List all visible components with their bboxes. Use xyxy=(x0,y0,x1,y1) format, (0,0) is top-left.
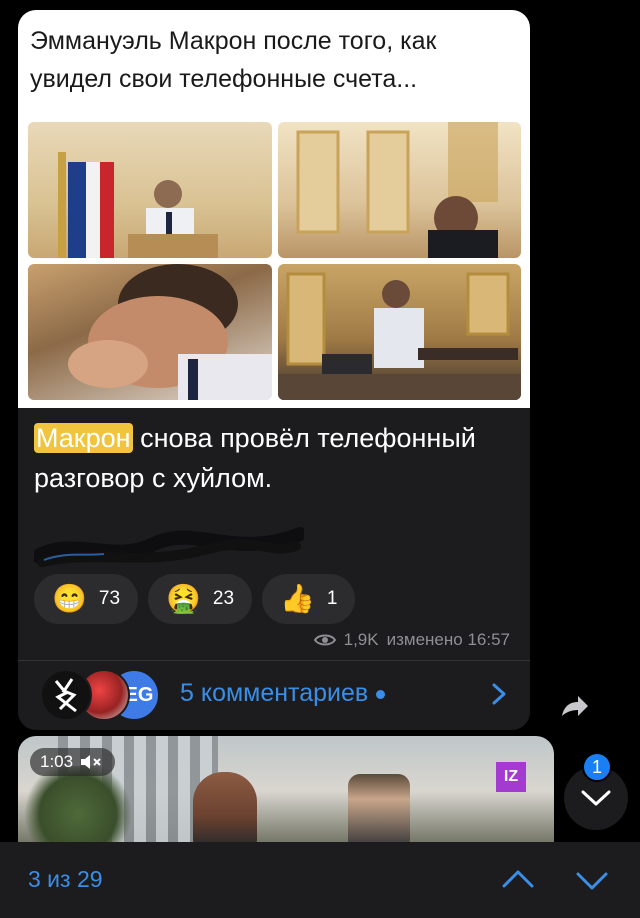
unread-dot xyxy=(376,689,386,699)
video-duration-badge[interactable]: 1:03 xyxy=(30,748,116,776)
vomit-emoji-icon: 🤮 xyxy=(166,583,201,614)
thumbs-up-emoji-icon: 👍 xyxy=(280,583,315,614)
photo-grid xyxy=(28,122,521,400)
meme-caption: Эммануэль Макрон после того, как увидел … xyxy=(30,27,437,93)
video-frame-person xyxy=(193,772,257,846)
channel-logo: IZ xyxy=(496,762,526,792)
post-text: Макрон снова провёл телефонный разговор … xyxy=(34,418,514,498)
video-duration: 1:03 xyxy=(40,752,74,771)
comments-link[interactable]: 5 комментариев xyxy=(180,679,386,708)
commenter-avatar xyxy=(40,669,92,721)
eye-icon xyxy=(313,634,336,646)
comments-count-label: 5 комментариев xyxy=(180,679,369,707)
message-meta: 1,9K изменено 16:57 xyxy=(313,630,510,650)
share-icon[interactable] xyxy=(556,690,590,724)
highlighted-word: Макрон xyxy=(34,423,133,453)
next-result-button[interactable] xyxy=(574,862,610,898)
edited-time: изменено 16:57 xyxy=(386,630,510,649)
search-nav-bar: 3 из 29 xyxy=(0,842,640,918)
message-bubble[interactable]: Эммануэль Макрон после того, как увидел … xyxy=(18,10,530,730)
video-message[interactable]: 1:03 IZ xyxy=(18,736,554,846)
photo-podium xyxy=(28,122,272,258)
video-frame-tree xyxy=(18,766,138,846)
video-frame-person xyxy=(348,774,410,846)
redacted-scribble xyxy=(34,527,304,567)
unread-badge: 1 xyxy=(582,752,612,782)
chevron-right-icon xyxy=(492,683,506,705)
photo-desk xyxy=(278,264,521,400)
grin-emoji-icon: 😁 xyxy=(52,583,87,614)
reaction-vomit[interactable]: 🤮 23 xyxy=(148,574,253,624)
reaction-thumbs-up[interactable]: 👍 1 xyxy=(262,574,356,624)
reaction-grin[interactable]: 😁 73 xyxy=(34,574,139,624)
reaction-count: 1 xyxy=(326,588,338,609)
view-count: 1,9K xyxy=(343,630,379,649)
previous-result-button[interactable] xyxy=(500,862,536,898)
chat-screen: Эммануэль Макрон после того, как увидел … xyxy=(0,0,640,918)
result-counter: 3 из 29 xyxy=(28,866,103,892)
photo-phone-call xyxy=(278,122,521,258)
reactions-row: 😁 73 🤮 23 👍 1 xyxy=(34,574,356,626)
meme-image[interactable]: Эммануэль Макрон после того, как увидел … xyxy=(18,10,530,408)
reaction-count: 23 xyxy=(212,588,235,609)
comments-row[interactable]: EG 5 комментариев xyxy=(18,661,530,730)
reaction-count: 73 xyxy=(98,588,121,609)
chevron-down-icon xyxy=(581,790,611,806)
muted-speaker-icon xyxy=(81,755,101,769)
photo-face-palm xyxy=(28,264,272,400)
